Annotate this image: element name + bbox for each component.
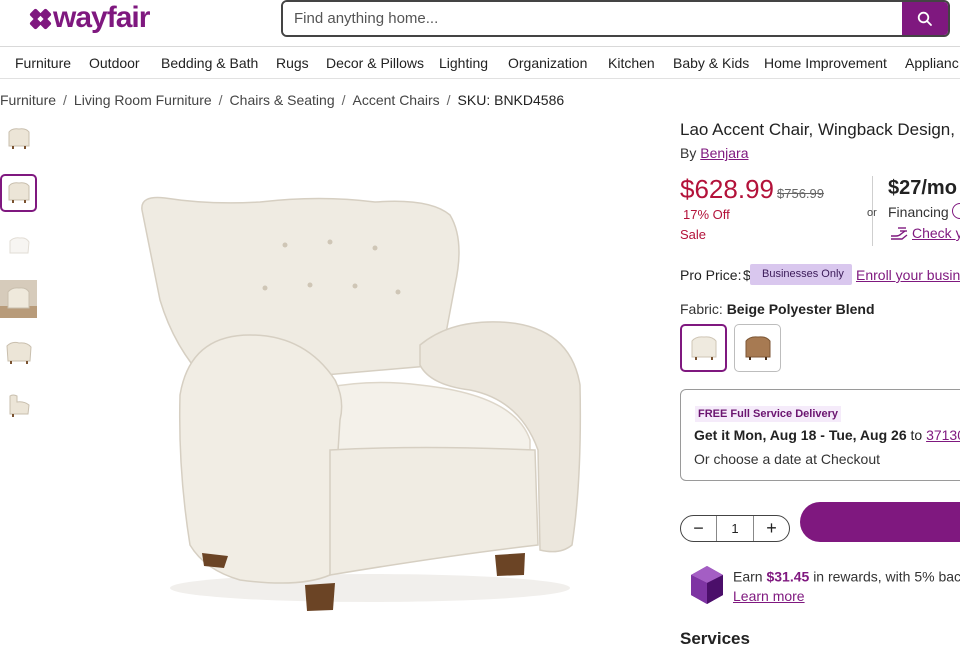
earn-label: Earn — [733, 568, 763, 585]
chair-thumbnail-image — [5, 341, 32, 364]
delivery-dates: Mon, Aug 18 - Tue, Aug 26 — [733, 427, 907, 443]
add-to-cart-button[interactable] — [800, 502, 960, 542]
thumbnail-2-selected[interactable] — [0, 174, 37, 212]
rewards-description: in rewards, with 5% back — [813, 568, 960, 585]
fabric-label: Fabric: — [680, 301, 723, 317]
nav-item-lighting[interactable]: Lighting — [439, 55, 488, 71]
delivery-box: FREE Full Service Delivery Get it Mon, A… — [680, 389, 960, 481]
learn-more-link[interactable]: Learn more — [733, 588, 805, 604]
choose-date-text: Or choose a date at Checkout — [694, 451, 880, 467]
breadcrumb-furniture[interactable]: Furniture — [0, 92, 56, 108]
get-it-label: Get it — [694, 427, 730, 443]
nav-item-kitchen[interactable]: Kitchen — [608, 55, 655, 71]
nav-item-rugs[interactable]: Rugs — [276, 55, 309, 71]
breadcrumb-chairs-seating[interactable]: Chairs & Seating — [230, 92, 335, 108]
chair-thumbnail-image — [8, 182, 29, 203]
services-heading: Services — [680, 629, 750, 648]
thumbnail-3[interactable] — [0, 227, 37, 265]
brand-link[interactable]: Benjara — [700, 145, 748, 161]
fabric-line: Fabric: Beige Polyester Blend — [680, 301, 875, 317]
breadcrumb: Furniture / Living Room Furniture / Chairs &… — [0, 92, 565, 108]
logo-pinwheel-icon — [29, 8, 52, 30]
check-label: Check y — [912, 225, 960, 241]
nav-item-bedding-bath[interactable]: Bedding & Bath — [161, 55, 258, 71]
swatch-brown[interactable] — [734, 324, 781, 372]
chair-thumbnail-image — [9, 394, 30, 417]
enroll-business-link[interactable]: Enroll your busine — [856, 267, 960, 283]
product-details-panel: Lao Accent Chair, Wingback Design, By Be… — [680, 0, 960, 657]
pro-price-label: Pro Price: — [680, 267, 742, 283]
sale-price: $628.99 — [680, 174, 774, 204]
brand-line: By Benjara — [680, 145, 749, 161]
fabric-value: Beige Polyester Blend — [726, 301, 875, 317]
breadcrumb-living-room[interactable]: Living Room Furniture — [74, 92, 212, 108]
discount-label: 17% Off — [683, 207, 730, 222]
product-main-image[interactable] — [120, 150, 600, 630]
brown-chair-swatch-image — [745, 336, 770, 360]
rewards-text: Earn $31.45 in rewards, with 5% back1 — [733, 568, 960, 585]
beige-chair-swatch-image — [691, 336, 716, 360]
info-icon[interactable] — [952, 203, 960, 219]
delivery-estimate: Get it Mon, Aug 18 - Tue, Aug 26 to 3713… — [694, 427, 960, 443]
nav-item-organization[interactable]: Organization — [508, 55, 587, 71]
monthly-price: $27/mo — [888, 177, 957, 199]
quantity-stepper: − 1 + — [680, 515, 790, 542]
sku-label: SKU: BNKD4586 — [457, 92, 565, 108]
thumbnail-1[interactable] — [0, 120, 37, 158]
logo-text: wayfair — [53, 1, 150, 34]
or-label: or — [867, 207, 877, 219]
product-title: Lao Accent Chair, Wingback Design, — [680, 120, 955, 139]
rewards-amount: $31.45 — [766, 568, 810, 585]
thumbnail-6[interactable] — [0, 386, 37, 424]
quantity-minus-button[interactable]: − — [681, 516, 716, 541]
nav-item-decor-pillows[interactable]: Decor & Pillows — [326, 55, 424, 71]
nav-item-furniture[interactable]: Furniture — [15, 55, 71, 71]
quantity-value[interactable]: 1 — [716, 516, 754, 541]
swatch-beige-selected[interactable] — [680, 324, 727, 372]
wayfair-logo[interactable]: wayfair — [29, 1, 150, 34]
chair-thumbnail-image — [9, 237, 30, 254]
original-price: $756.99 — [777, 186, 824, 201]
zip-code-link[interactable]: 37130 — [926, 427, 960, 443]
to-label: to — [910, 427, 923, 443]
by-label: By — [680, 145, 697, 161]
chair-thumbnail-image — [8, 128, 29, 149]
sale-label: Sale — [680, 227, 707, 242]
nav-item-outdoor[interactable]: Outdoor — [89, 55, 140, 71]
hand-money-icon — [891, 227, 908, 240]
businesses-only-badge: Businesses Only — [750, 264, 852, 285]
thumbnail-5[interactable] — [0, 333, 37, 371]
financing-label: Financing — [888, 204, 949, 220]
free-delivery-badge: FREE Full Service Delivery — [695, 406, 842, 422]
chair-room-thumbnail-image — [0, 280, 37, 318]
rewards-gem-icon — [691, 566, 723, 604]
breadcrumb-accent-chairs[interactable]: Accent Chairs — [353, 92, 440, 108]
check-financing-link[interactable]: Check y — [890, 225, 960, 241]
quantity-plus-button[interactable]: + — [754, 516, 789, 541]
thumbnail-4[interactable] — [0, 280, 37, 318]
